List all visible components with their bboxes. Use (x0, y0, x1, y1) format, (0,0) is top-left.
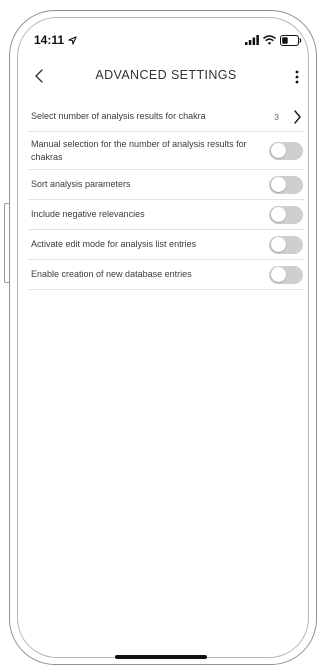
setting-label: Select number of analysis results for ch… (31, 111, 206, 121)
setting-value: 3 (274, 111, 279, 122)
new-database-entries-toggle[interactable] (269, 265, 303, 284)
signal-icon (245, 35, 259, 45)
manual-selection-toggle[interactable] (269, 141, 303, 160)
edit-mode-toggle[interactable] (269, 235, 303, 254)
sort-parameters-toggle[interactable] (269, 175, 303, 194)
setting-row-negative-relevancies: Include negative relevancies (28, 200, 304, 230)
navigation-bar: ADVANCED SETTINGS (28, 62, 304, 90)
setting-row-edit-mode: Activate edit mode for analysis list ent… (28, 230, 304, 260)
negative-relevancies-toggle[interactable] (269, 205, 303, 224)
toggle-knob (270, 143, 286, 158)
toggle-knob (270, 177, 286, 192)
setting-row-manual-selection: Manual selection for the number of analy… (28, 132, 304, 170)
toggle-knob (270, 237, 286, 252)
home-indicator[interactable] (115, 655, 207, 659)
location-arrow-icon (68, 35, 77, 45)
setting-row-new-database-entries: Enable creation of new database entries (28, 260, 304, 290)
status-bar: 14:11 (34, 32, 302, 48)
battery-icon (280, 34, 302, 46)
wifi-icon (263, 35, 276, 45)
setting-row-chakra-results-count[interactable]: Select number of analysis results for ch… (28, 102, 304, 132)
settings-list: Select number of analysis results for ch… (28, 102, 304, 290)
setting-label: Sort analysis parameters (31, 179, 131, 189)
setting-row-sort-parameters: Sort analysis parameters (28, 170, 304, 200)
status-icons (245, 34, 302, 46)
setting-label: Include negative relevancies (31, 209, 145, 219)
chevron-right-icon (294, 109, 301, 124)
setting-label: Activate edit mode for analysis list ent… (31, 239, 197, 249)
more-vertical-icon (295, 70, 299, 84)
page-title: ADVANCED SETTINGS (95, 68, 237, 82)
status-time: 14:11 (34, 33, 65, 47)
setting-label: Enable creation of new database entries (31, 269, 192, 279)
toggle-knob (270, 267, 286, 282)
status-time-group: 14:11 (34, 33, 77, 47)
device-side-button (4, 203, 10, 283)
more-options-button[interactable] (292, 66, 302, 88)
setting-label: Manual selection for the number of analy… (31, 138, 247, 162)
toggle-knob (270, 207, 286, 222)
